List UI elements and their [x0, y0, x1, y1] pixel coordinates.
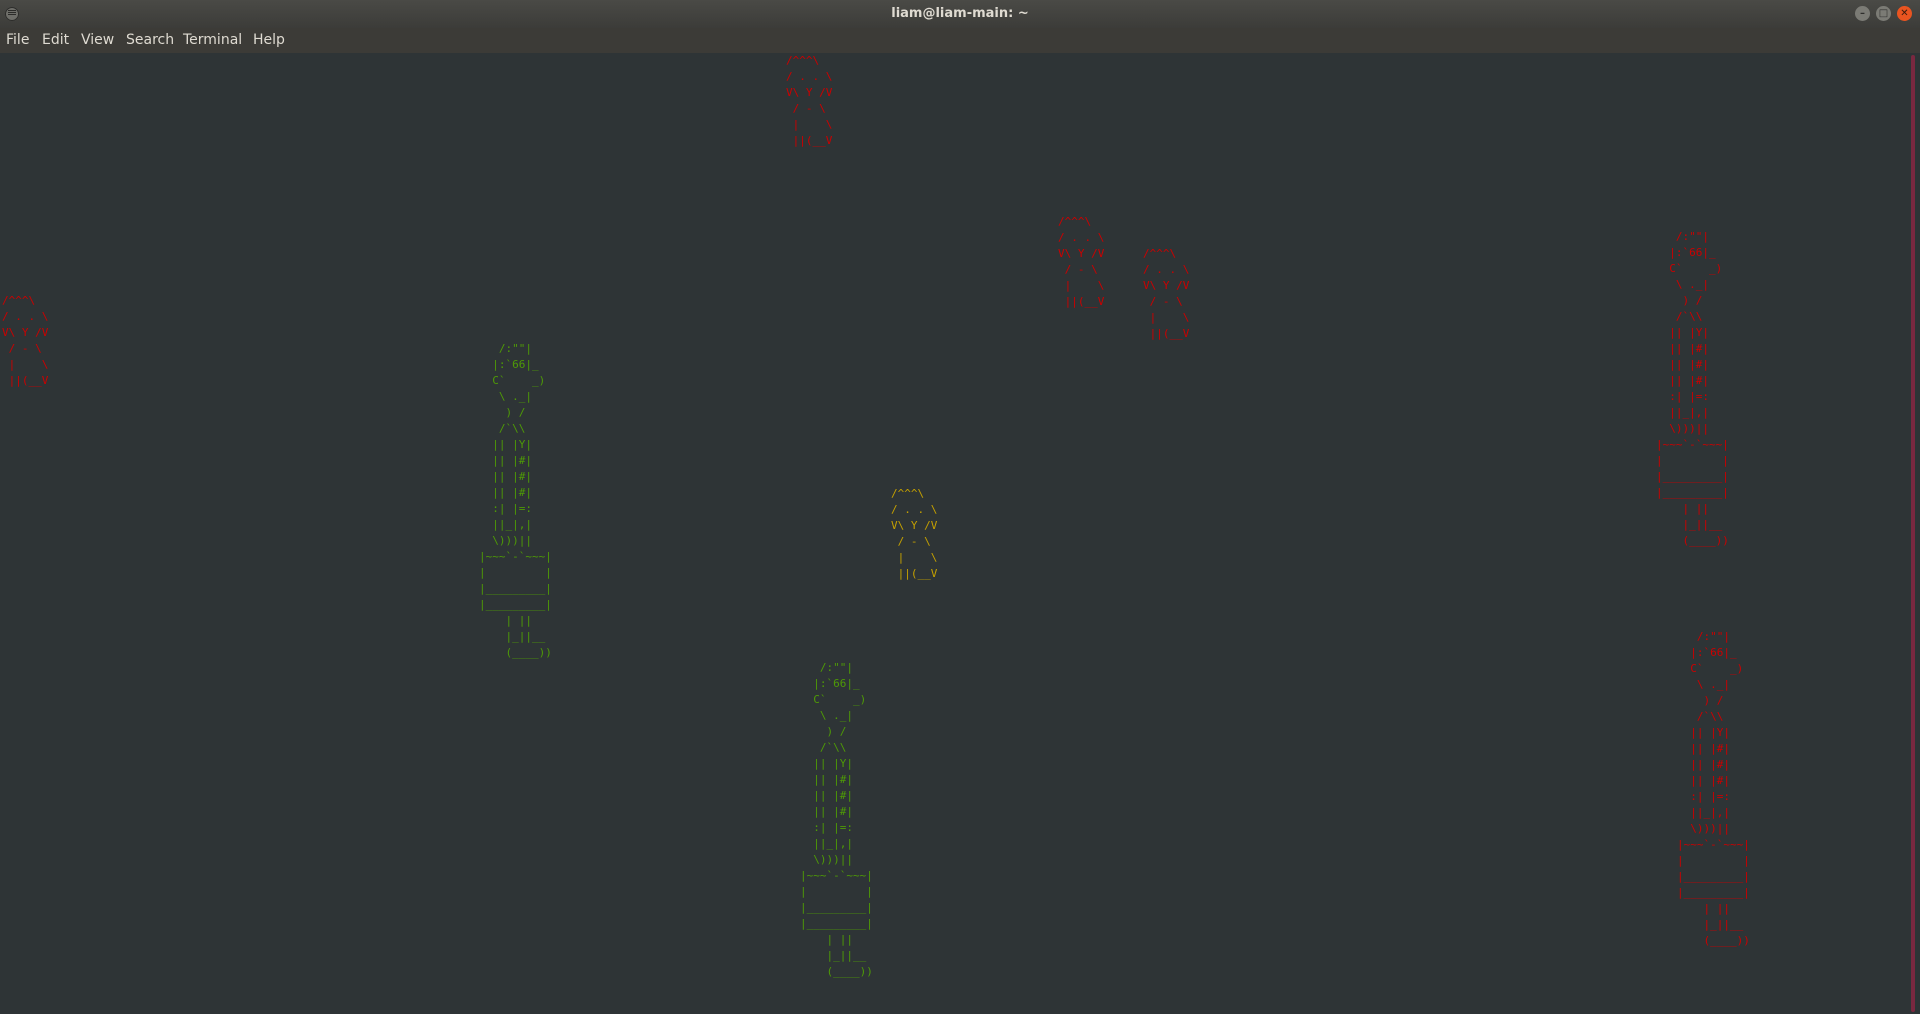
- menu-file[interactable]: File: [6, 32, 29, 48]
- menu-terminal[interactable]: Terminal: [183, 32, 242, 48]
- window-title: liam@liam-main: ~: [891, 6, 1029, 21]
- ascii-cat-red-left: /^^^\ / . . \ V\ Y /V / - \ | \ ||(__V: [2, 294, 49, 387]
- terminal-output-area[interactable]: /^^^\ / . . \ V\ Y /V / - \ | \ ||(__V /…: [0, 53, 1908, 1014]
- minimize-button[interactable]: –: [1855, 6, 1870, 21]
- ascii-cat-red-center-right: /^^^\ / . . \ V\ Y /V / - \ | \ ||(__V: [1143, 247, 1190, 340]
- ascii-person-green-left: /:""| |:`66|_ C` _) \ ._| ) / /`\\ || |Y…: [479, 342, 552, 659]
- ascii-person-green-bottom: /:""| |:`66|_ C` _) \ ._| ) / /`\\ || |Y…: [800, 661, 873, 978]
- maximize-button[interactable]: □: [1876, 6, 1891, 21]
- menu-edit[interactable]: Edit: [42, 32, 69, 48]
- ascii-person-red-right-top: /:""| |:`66|_ C` _) \ ._| ) / /`\\ || |Y…: [1656, 230, 1729, 547]
- ascii-cat-yellow: /^^^\ / . . \ V\ Y /V / - \ | \ ||(__V: [891, 487, 938, 580]
- scrollbar-thumb[interactable]: [1911, 55, 1915, 1012]
- terminal-scrollbar[interactable]: [1908, 53, 1920, 1014]
- menu-view[interactable]: View: [81, 32, 114, 48]
- window-titlebar[interactable]: liam@liam-main: ~ – □ ✕: [0, 0, 1920, 28]
- ascii-person-red-right-bottom: /:""| |:`66|_ C` _) \ ._| ) / /`\\ || |Y…: [1677, 630, 1750, 947]
- close-button[interactable]: ✕: [1897, 6, 1912, 21]
- ascii-cat-red-center: /^^^\ / . . \ V\ Y /V / - \ | \ ||(__V: [1058, 215, 1105, 308]
- ascii-cat-red-top: /^^^\ / . . \ V\ Y /V / - \ | \ ||(__V: [786, 54, 833, 147]
- menu-help[interactable]: Help: [253, 32, 285, 48]
- menu-search[interactable]: Search: [126, 32, 174, 48]
- menu-bar: File Edit View Search Terminal Help: [0, 28, 1920, 54]
